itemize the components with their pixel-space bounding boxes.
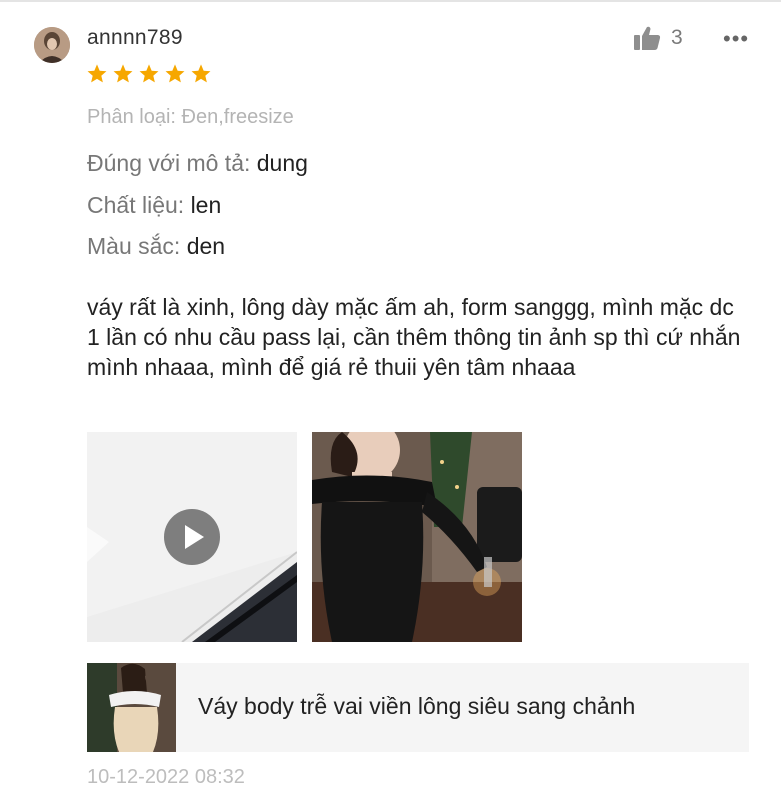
thumbs-up-icon [634,26,661,50]
attribute-label: Đúng với mô tả: [87,150,251,176]
star-icon [165,64,185,83]
play-icon[interactable] [163,508,221,566]
attribute-color: Màu sắc: den [87,233,225,260]
attribute-label: Màu sắc: [87,233,181,259]
avatar[interactable] [34,27,70,63]
like-button[interactable]: 3 [633,25,683,51]
attribute-label: Chất liệu: [87,192,185,218]
star-icon [87,64,107,83]
product-name: Váy body trễ vai viền lông siêu sang chả… [198,693,636,719]
variant-label: Phân loại: Đen,freesize [87,106,294,128]
attribute-material: Chất liệu: len [87,192,221,219]
attribute-value: den [186,233,226,259]
product-thumbnail [87,663,176,752]
review-photo[interactable] [312,432,522,642]
review-video-thumbnail[interactable] [87,432,297,642]
star-icon [139,64,159,83]
attribute-value: dung [256,150,308,176]
review-timestamp: 10-12-2022 08:32 [87,766,245,788]
attribute-description-match: Đúng với mô tả: dung [87,150,308,177]
more-options-button[interactable]: ••• [723,26,749,52]
product-card[interactable]: Váy body trễ vai viền lông siêu sang chả… [87,663,749,752]
top-divider [0,0,781,2]
star-icon [191,64,211,83]
review-comment: váy rất là xinh, lông dày mặc ấm ah, for… [87,294,741,380]
username[interactable]: annnn789 [87,26,183,50]
star-icon [113,64,133,83]
like-count: 3 [671,26,683,49]
attribute-value: len [190,192,222,218]
star-rating [86,63,212,85]
